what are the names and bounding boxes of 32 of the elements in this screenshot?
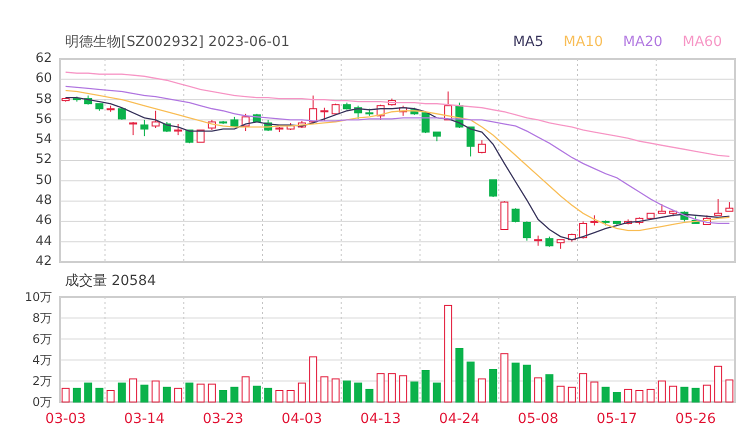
axis-label: 0万 — [32, 395, 52, 409]
date-label: 04-24 — [439, 411, 480, 427]
axis-label: 62 — [35, 52, 52, 66]
axis-label: 46 — [35, 214, 52, 228]
date-label: 03-03 — [45, 411, 86, 427]
axis-label: 42 — [35, 254, 52, 269]
axis-label: 4万 — [32, 353, 52, 367]
axis-label: 2万 — [32, 374, 52, 388]
date-label: 05-08 — [518, 411, 558, 427]
axis-label: 60 — [35, 72, 52, 86]
axis-label: 8万 — [32, 311, 52, 325]
date-label: 04-13 — [360, 411, 401, 427]
date-label: 05-17 — [596, 411, 638, 427]
axis-label: 48 — [35, 194, 52, 208]
volume-label: 成交量 20584 — [65, 272, 156, 290]
axis-label: 6万 — [32, 332, 52, 346]
axis-label: 52 — [35, 153, 52, 168]
date-label: 03-14 — [124, 411, 165, 427]
axis-label: 54 — [35, 133, 52, 148]
chart-title: 明德生物[SZ002932] 2023-06-01 — [65, 33, 290, 51]
axis-label: 50 — [35, 174, 52, 188]
legend-item: MA5 — [512, 34, 544, 50]
date-label: 04-03 — [282, 411, 322, 427]
legend-item: MA60 — [682, 34, 722, 50]
axis-label: 44 — [35, 234, 52, 249]
legend-item: MA20 — [623, 34, 663, 50]
date-label: 05-26 — [675, 411, 716, 427]
axis-label: 56 — [35, 112, 52, 127]
date-label: 03-23 — [202, 411, 244, 427]
axis-label: 58 — [35, 92, 52, 107]
legend-item: MA10 — [564, 34, 604, 50]
axis-label: 10万 — [24, 290, 52, 304]
